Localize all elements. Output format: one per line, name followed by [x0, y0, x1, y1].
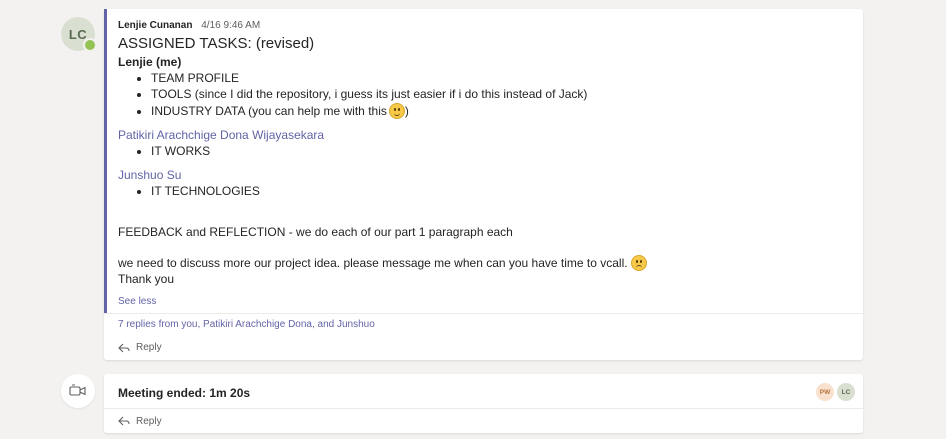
message-body: Lenjie (me) TEAM PROFILE TOOLS (since I … [118, 54, 849, 287]
message-subject: ASSIGNED TASKS: (revised) [118, 35, 315, 52]
message-body-container: Lenjie Cunanan 4/16 9:46 AM ASSIGNED TAS… [104, 9, 863, 314]
participant-initials: PW [819, 388, 831, 396]
participant-avatar-pw[interactable]: PW [816, 383, 834, 401]
replies-summary-link[interactable]: 7 replies from you, Patikiri Arachchige … [104, 313, 863, 335]
author-avatar[interactable]: LC [61, 17, 97, 52]
section-title-lenjie: Lenjie (me) [118, 55, 182, 69]
list-item: TEAM PROFILE [151, 70, 849, 86]
mention-junshuo[interactable]: Junshuo Su [118, 167, 849, 183]
see-less-link[interactable]: See less [118, 296, 849, 307]
message-card[interactable]: Lenjie Cunanan 4/16 9:46 AM ASSIGNED TAS… [104, 9, 863, 361]
reply-label: Reply [136, 342, 162, 354]
list-item: TOOLS (since I did the repository, i gue… [151, 86, 849, 102]
meeting-card[interactable]: Meeting ended: 1m 20s PW LC Reply [104, 374, 863, 433]
reply-arrow-icon [118, 416, 130, 426]
patikiri-task-list: IT WORKS [118, 143, 849, 159]
meeting-reply-button[interactable]: Reply [104, 408, 863, 433]
list-item-text-end: ) [404, 103, 409, 118]
participant-avatars: PW LC [816, 383, 855, 401]
list-item-text: INDUSTRY DATA (you can help me with this [151, 103, 387, 118]
author-name[interactable]: Lenjie Cunanan [118, 20, 192, 31]
reply-arrow-icon [118, 343, 130, 353]
lenjie-task-list: TEAM PROFILE TOOLS (since I did the repo… [118, 70, 849, 119]
discuss-text: we need to discuss more our project idea… [118, 255, 628, 270]
participant-avatar-lc[interactable]: LC [837, 383, 855, 401]
participant-initials: LC [841, 388, 851, 396]
reply-label: Reply [136, 415, 162, 427]
message-timestamp: 4/16 9:46 AM [201, 20, 261, 31]
feedback-line: FEEDBACK and REFLECTION - we do each of … [118, 224, 513, 239]
discuss-line: we need to discuss more our project idea… [118, 254, 849, 271]
meeting-camera-icon [61, 374, 95, 408]
meeting-ended-text: Meeting ended: 1m 20s [118, 386, 251, 400]
list-item: IT TECHNOLOGIES [151, 183, 849, 199]
message-header: Lenjie Cunanan 4/16 9:46 AM [118, 19, 849, 33]
junshuo-task-list: IT TECHNOLOGIES [118, 183, 849, 199]
presence-available-icon [83, 38, 97, 52]
list-item: INDUSTRY DATA (you can help me with this… [151, 102, 849, 119]
reply-button[interactable]: Reply [104, 335, 863, 360]
smile-emoji-icon [388, 102, 405, 119]
sad-emoji-icon [630, 254, 647, 271]
mention-patikiri[interactable]: Patikiri Arachchige Dona Wijayasekara [118, 127, 849, 143]
thanks-line: Thank you [118, 272, 175, 287]
list-item: IT WORKS [151, 143, 849, 159]
